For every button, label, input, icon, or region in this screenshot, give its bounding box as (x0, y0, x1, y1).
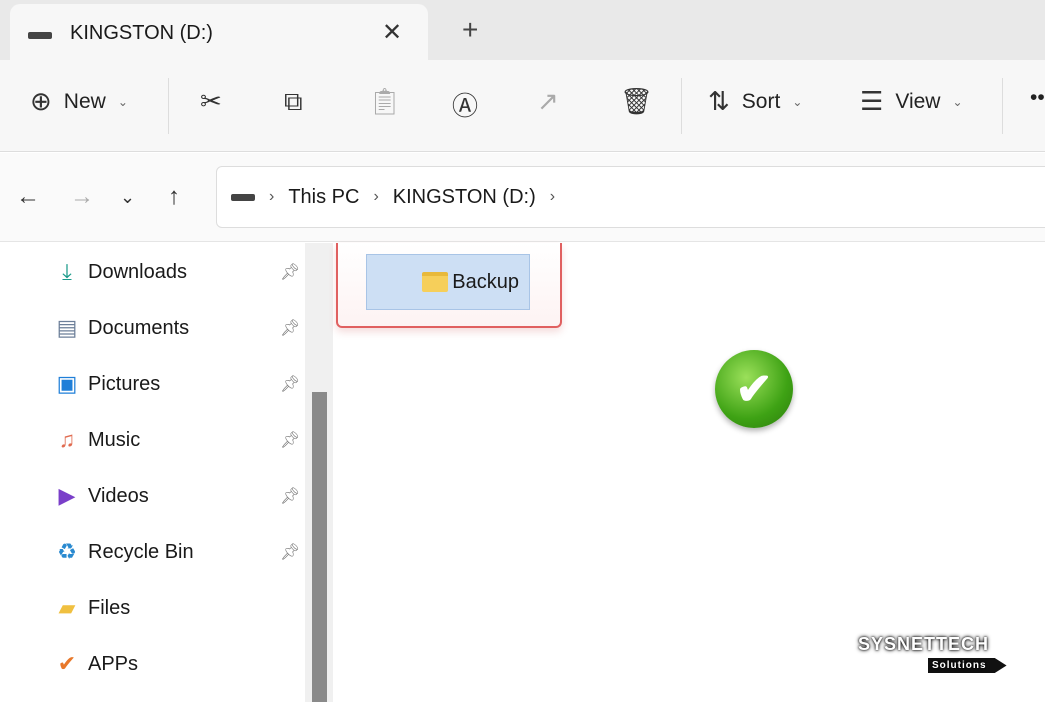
more-button[interactable]: •• (1030, 86, 1045, 110)
sidebar-label: Recycle Bin (88, 540, 194, 563)
sidebar-item-downloads[interactable]: ⤓ Downloads 📌︎ (54, 252, 304, 292)
view-label: View (895, 89, 941, 113)
rename-icon[interactable]: Ⓐ (452, 86, 478, 123)
folder-name: Backup (452, 270, 519, 293)
view-button[interactable]: ☰ View ⌄ (860, 86, 963, 117)
breadcrumb-kingston[interactable]: KINGSTON (D:) (393, 186, 536, 209)
sidebar-label: Videos (88, 484, 149, 507)
folder-icon: ▰ (58, 595, 76, 620)
tab-title: KINGSTON (D:) (70, 22, 213, 44)
checkmark-icon: ✔ (57, 651, 77, 676)
address-bar[interactable]: › This PC › KINGSTON (D:) › (216, 166, 1045, 228)
sort-button[interactable]: ⇅ Sort ⌄ (708, 86, 802, 117)
more-icon: •• (1030, 86, 1045, 109)
scrollbar-thumb[interactable] (312, 392, 327, 702)
sidebar-item-documents[interactable]: ▤ Documents 📌︎ (54, 308, 304, 348)
success-checkmark-icon: ✔ (715, 350, 793, 428)
watermark-title: SYSNETTECH (858, 634, 990, 654)
chevron-down-icon: ⌄ (952, 94, 963, 109)
up-button[interactable]: ↑ (168, 183, 180, 211)
sidebar-label: Downloads (88, 260, 187, 283)
pin-icon[interactable]: 📌︎ (280, 542, 300, 562)
tab-kingston[interactable]: KINGSTON (D:) ✕ (10, 4, 428, 60)
sysnettech-watermark-logo: SYSNETTECH Solutions (858, 634, 1038, 690)
pin-icon[interactable]: 📌︎ (280, 374, 300, 394)
paste-icon[interactable]: 📋︎ (368, 86, 401, 117)
divider (1002, 78, 1003, 134)
recent-locations-button[interactable]: ⌄ (120, 187, 135, 208)
picture-icon: ▣ (56, 371, 78, 396)
sidebar-label: Music (88, 428, 141, 451)
command-bar: ⊕ New ⌄ ✂ ⧉ 📋︎ Ⓐ ↗ 🗑︎ ⇅ Sort ⌄ ☰ View ⌄ •• (0, 60, 1045, 152)
breadcrumb-this-pc[interactable]: This PC (288, 186, 359, 209)
new-label: New (63, 89, 106, 113)
sidebar-label: Pictures (88, 372, 161, 395)
navigation-pane: ⤓ Downloads 📌︎ ▤ Documents 📌︎ ▣ Pictures 📌︎ ♫ M… (0, 243, 305, 702)
cut-icon[interactable]: ✂ (200, 86, 222, 117)
chevron-right-icon[interactable]: › (269, 188, 274, 206)
copy-icon[interactable]: ⧉ (284, 86, 303, 118)
document-icon: ▤ (56, 315, 78, 340)
drive-icon (231, 193, 255, 201)
folder-icon (422, 272, 449, 292)
divider (168, 78, 169, 134)
sidebar-item-videos[interactable]: ▶ Videos 📌︎ (54, 476, 304, 516)
pin-icon[interactable]: 📌︎ (280, 430, 300, 450)
video-icon: ▶ (58, 483, 76, 508)
sidebar-item-files[interactable]: ▰ Files (54, 588, 304, 628)
sidebar-label: APPs (88, 652, 139, 675)
drive-icon (28, 32, 52, 39)
pin-icon[interactable]: 📌︎ (280, 486, 300, 506)
sidebar-label: Documents (88, 316, 190, 339)
sidebar-label: Files (88, 596, 131, 619)
chevron-down-icon: ⌄ (117, 94, 128, 109)
sidebar-item-music[interactable]: ♫ Music 📌︎ (54, 420, 304, 460)
plus-circle-icon: ⊕ (30, 86, 52, 116)
new-tab-button[interactable]: + (462, 14, 478, 46)
chevron-down-icon: ⌄ (792, 94, 803, 109)
folder-item-backup[interactable]: Backup (366, 254, 530, 310)
pin-icon[interactable]: 📌︎ (280, 262, 300, 282)
new-button[interactable]: ⊕ New ⌄ (30, 86, 128, 117)
address-row: ← → ⌄ ↑ › This PC › KINGSTON (D:) › (0, 153, 1045, 242)
share-icon[interactable]: ↗ (537, 86, 559, 117)
divider (681, 78, 682, 134)
pin-icon[interactable]: 📌︎ (280, 318, 300, 338)
sidebar-item-pictures[interactable]: ▣ Pictures 📌︎ (54, 364, 304, 404)
watermark-subtitle: Solutions (928, 658, 1007, 673)
close-tab-button[interactable]: ✕ (382, 18, 402, 47)
sort-label: Sort (741, 89, 781, 113)
tab-bar: KINGSTON (D:) ✕ + (0, 0, 1045, 60)
sidebar-item-apps[interactable]: ✔ APPs (54, 644, 304, 684)
forward-button[interactable]: → (70, 183, 94, 211)
music-icon: ♫ (58, 427, 76, 452)
recycle-bin-icon: ♻ (57, 539, 77, 564)
delete-icon[interactable]: 🗑︎ (620, 86, 653, 117)
download-icon: ⤓ (62, 259, 72, 284)
sidebar-item-recycle-bin[interactable]: ♻ Recycle Bin 📌︎ (54, 532, 304, 572)
sort-icon: ⇅ (708, 86, 730, 116)
chevron-right-icon[interactable]: › (550, 188, 555, 206)
chevron-right-icon[interactable]: › (373, 188, 378, 206)
back-button[interactable]: ← (16, 183, 40, 211)
view-icon: ☰ (860, 86, 884, 116)
